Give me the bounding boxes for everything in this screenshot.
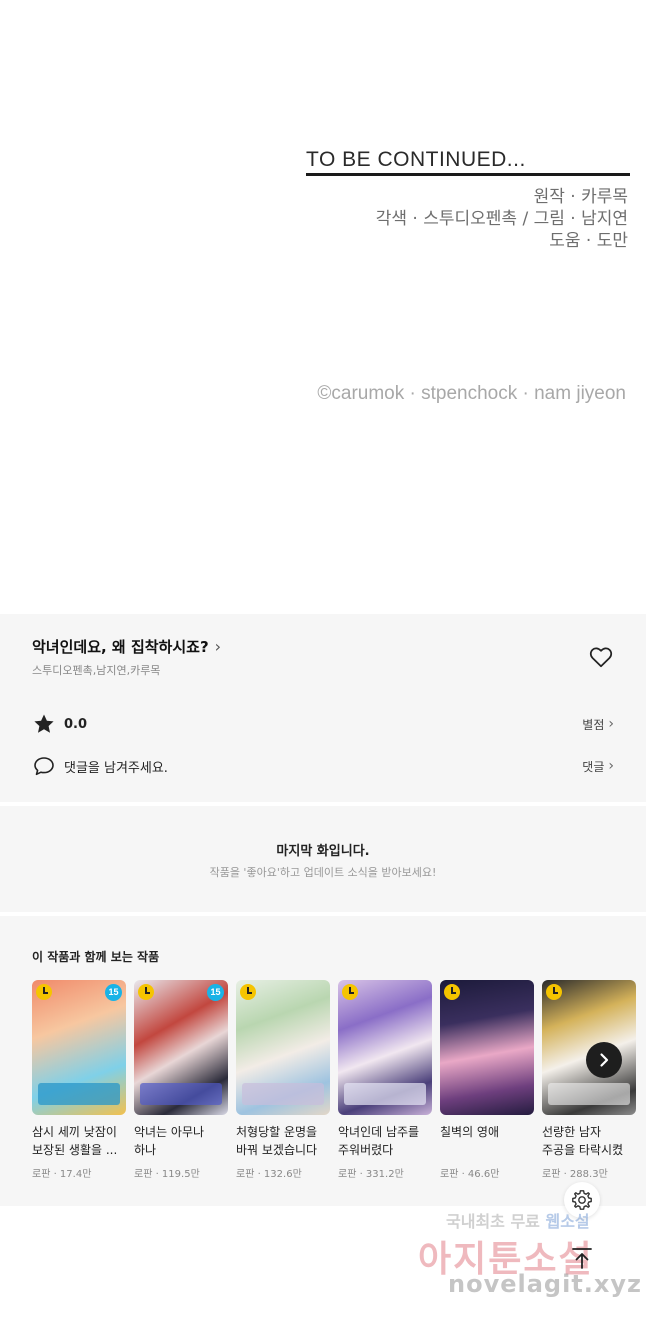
cover-logo — [548, 1083, 630, 1105]
clock-icon — [240, 984, 256, 1000]
cover-thumbnail — [542, 980, 636, 1115]
clock-icon — [138, 984, 154, 1000]
work-title: 악녀인데요, 왜 집착하시죠? — [32, 638, 209, 656]
chevron-right-icon — [600, 1053, 609, 1067]
chevron-right-icon: › — [608, 716, 614, 732]
notice-subtitle: 작품을 '좋아요'하고 업데이트 소식을 받아보세요! — [209, 866, 437, 879]
rating-link-label: 별점 — [582, 717, 605, 732]
rating-row[interactable]: 0.0 별점 › — [32, 709, 614, 739]
cover-thumbnail: 15 — [32, 980, 126, 1115]
recommendation-card[interactable]: 악녀인데 남주를 주워버렸다 로판 · 331.2만 — [338, 980, 432, 1180]
chevron-right-icon: › — [608, 758, 614, 774]
card-title: 칠벽의 영애 — [440, 1125, 500, 1139]
card-meta: 로판 · 288.3만 — [542, 1169, 608, 1180]
comment-link-label: 댓글 — [582, 759, 605, 774]
comment-prompt: 댓글을 남겨주세요. — [64, 760, 168, 776]
clock-icon — [342, 984, 358, 1000]
cover-logo — [140, 1083, 222, 1105]
clock-icon — [546, 984, 562, 1000]
cover-logo — [38, 1083, 120, 1105]
clock-icon — [36, 984, 52, 1000]
card-meta: 로판 · 331.2만 — [338, 1169, 404, 1180]
card-meta: 로판 · 132.6만 — [236, 1169, 302, 1180]
clock-icon — [444, 984, 460, 1000]
card-title: 선량한 남자 주공을 타락시켰 — [542, 1125, 624, 1157]
star-icon — [34, 714, 54, 733]
carousel-next-button[interactable] — [586, 1042, 622, 1078]
card-meta: 로판 · 46.6만 — [440, 1169, 500, 1180]
age-badge: 15 — [105, 984, 122, 1001]
copyright-text: ©carumok · stpenchock · nam jiyeon — [317, 383, 626, 404]
work-title-link[interactable]: 악녀인데요, 왜 집착하시죠? › — [32, 636, 221, 657]
recommendation-card[interactable]: 칠벽의 영애 로판 · 46.6만 — [440, 980, 534, 1180]
recommendation-card[interactable]: 선량한 남자 주공을 타락시켰 로판 · 288.3만 — [542, 980, 636, 1180]
card-title: 악녀는 아무나 하나 — [134, 1125, 205, 1157]
recommendation-card[interactable]: 15 악녀는 아무나 하나 로판 · 119.5만 — [134, 980, 228, 1180]
recommendation-card[interactable]: 처형당할 운명을 바꿔 보겠습니다 로판 · 132.6만 — [236, 980, 330, 1180]
card-title: 악녀인데 남주를 주워버렸다 — [338, 1125, 420, 1157]
cover-logo — [344, 1083, 426, 1105]
comment-icon — [34, 757, 54, 776]
rating-link[interactable]: 별점 › — [582, 716, 614, 733]
cover-logo — [242, 1083, 324, 1105]
card-title: 처형당할 운명을 바꿔 보겠습니다 — [236, 1125, 318, 1157]
work-authors: 스투디오펜촉,남지연,카루목 — [32, 664, 161, 677]
card-meta: 로판 · 17.4만 — [32, 1169, 92, 1180]
recommendations-heading: 이 작품과 함께 보는 작품 — [32, 950, 160, 964]
heart-icon[interactable] — [588, 644, 614, 670]
watermark-tagline: 국내최초 무료 웹소설 — [446, 1208, 590, 1232]
card-title: 삼시 세끼 낮잠이 보장된 생활을 ... — [32, 1125, 118, 1157]
watermark-tagline-a: 국내최초 무료 — [446, 1212, 546, 1231]
to-be-continued-text: TO BE CONTINUED... — [306, 148, 526, 171]
comment-row[interactable]: 댓글을 남겨주세요. 댓글 › — [32, 751, 614, 781]
comment-link[interactable]: 댓글 › — [582, 758, 614, 775]
card-meta: 로판 · 119.5만 — [134, 1169, 200, 1180]
watermark-tagline-b: 웹소설 — [545, 1212, 590, 1231]
credit-assist: 도움 · 도만 — [549, 231, 628, 251]
notice-title: 마지막 화입니다. — [276, 844, 370, 859]
work-info-section: 악녀인데요, 왜 집착하시죠? › 스투디오펜촉,남지연,카루목 0.0 별점 … — [0, 614, 646, 802]
comic-end-panel: TO BE CONTINUED... 원작 · 카루목 각색 · 스투디오펜촉 … — [0, 0, 646, 614]
to-be-continued-underline — [306, 173, 630, 176]
watermark-url: novelagit.xyz — [448, 1270, 643, 1298]
last-episode-notice: 마지막 화입니다. 작품을 '좋아요'하고 업데이트 소식을 받아보세요! — [0, 806, 646, 912]
chevron-right-icon: › — [214, 637, 222, 656]
cover-thumbnail — [440, 980, 534, 1115]
cover-thumbnail: 15 — [134, 980, 228, 1115]
scroll-top-button[interactable] — [566, 1242, 598, 1274]
cover-thumbnail — [338, 980, 432, 1115]
rating-value: 0.0 — [64, 716, 88, 732]
recommendations-section: 이 작품과 함께 보는 작품 15 삼시 세끼 낮잠이 보장된 생활을 ... … — [0, 916, 646, 1206]
age-badge: 15 — [207, 984, 224, 1001]
recommendation-card[interactable]: 15 삼시 세끼 낮잠이 보장된 생활을 ... 로판 · 17.4만 — [32, 980, 126, 1180]
cover-thumbnail — [236, 980, 330, 1115]
arrow-up-icon — [572, 1248, 592, 1269]
